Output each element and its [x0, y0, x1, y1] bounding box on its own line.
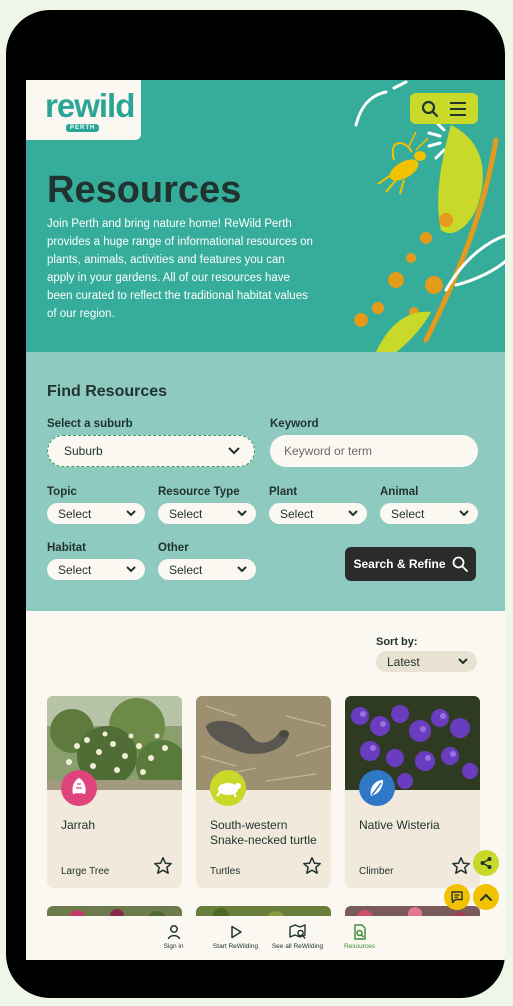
sort-select[interactable]: Latest — [376, 651, 477, 672]
animal-select[interactable]: Select — [380, 503, 478, 524]
habitat-select[interactable]: Select — [47, 559, 145, 580]
card-category: Climber — [359, 866, 394, 877]
animal-category-icon — [210, 770, 246, 806]
filters-title: Find Resources — [47, 383, 168, 400]
star-icon[interactable] — [302, 856, 322, 876]
star-icon[interactable] — [451, 856, 471, 876]
page-description: Join Perth and bring nature home! ReWild… — [47, 218, 313, 320]
hamburger-menu-icon[interactable] — [449, 101, 467, 117]
keyword-label: Keyword — [270, 418, 319, 430]
sort-label: Sort by: — [376, 636, 418, 648]
plant-select[interactable]: Select — [269, 503, 367, 524]
share-icon — [480, 857, 492, 869]
search-icon — [452, 556, 468, 572]
filters-panel: Find Resources Select a suburb Suburb Ke… — [26, 352, 505, 611]
chevron-down-icon — [228, 447, 240, 455]
resource-card-turtle[interactable]: South-western Snake-necked turtle Turtle… — [196, 696, 331, 888]
plant-value: Select — [280, 506, 314, 521]
search-refine-label: Search & Refine — [353, 557, 446, 571]
nav-label: Start ReWilding — [212, 943, 259, 950]
card-title: South-western Snake-necked turtle — [210, 818, 317, 847]
nav-label: Sign in — [163, 943, 184, 950]
other-value: Select — [169, 562, 203, 577]
chevron-down-icon — [237, 510, 247, 517]
logo-word: rewild — [45, 87, 135, 124]
phone-frame: rewild PERTH Resources Join Perth and br… — [6, 10, 505, 998]
plant-category-icon — [359, 770, 395, 806]
habitat-value: Select — [58, 562, 92, 577]
suburb-select[interactable]: Suburb — [47, 435, 255, 467]
other-select[interactable]: Select — [158, 559, 256, 580]
play-icon — [230, 925, 242, 939]
resource-type-select[interactable]: Select — [158, 503, 256, 524]
share-button[interactable] — [473, 850, 499, 876]
star-icon[interactable] — [153, 856, 173, 876]
suburb-label: Select a suburb — [47, 418, 133, 430]
resource-type-value: Select — [169, 506, 203, 521]
nav-label: Resources — [343, 943, 376, 950]
page-title: Resources — [47, 169, 242, 211]
plant-label: Plant — [269, 486, 298, 498]
logo-sub: PERTH — [66, 124, 100, 132]
suburb-value: Suburb — [64, 444, 103, 458]
animal-label: Animal — [380, 486, 419, 498]
chevron-up-icon — [480, 893, 492, 901]
logo[interactable]: rewild PERTH — [26, 80, 141, 140]
card-category: Turtles — [210, 866, 241, 877]
scroll-top-button[interactable] — [473, 884, 499, 910]
search-refine-button[interactable]: Search & Refine — [345, 547, 476, 581]
topic-label: Topic — [47, 486, 77, 498]
feedback-button[interactable] — [444, 884, 470, 910]
card-title: Native Wisteria — [359, 818, 440, 832]
card-category: Large Tree — [61, 866, 110, 877]
habitat-label: Habitat — [47, 542, 86, 554]
chevron-down-icon — [237, 566, 247, 573]
nav-sign-in[interactable]: Sign in — [143, 924, 205, 960]
search-icon[interactable] — [421, 100, 439, 118]
nav-resources[interactable]: Resources — [329, 924, 391, 960]
chat-icon — [451, 891, 463, 904]
header-actions — [410, 93, 478, 124]
chevron-down-icon — [458, 658, 468, 665]
sort-value: Latest — [387, 654, 420, 669]
animal-value: Select — [391, 506, 425, 521]
nav-see-all-rewilding[interactable]: See all ReWilding — [267, 924, 329, 960]
bottom-navigation: Sign in Start ReWilding See all ReWildin… — [26, 916, 505, 960]
topic-value: Select — [58, 506, 92, 521]
nav-label: See all ReWilding — [271, 943, 324, 950]
resource-card-jarrah[interactable]: Jarrah Large Tree — [47, 696, 182, 888]
person-icon — [167, 925, 180, 940]
chevron-down-icon — [459, 510, 469, 517]
resource-card-wisteria[interactable]: Native Wisteria Climber — [345, 696, 480, 888]
plant-category-icon — [61, 770, 97, 806]
map-search-icon — [288, 924, 306, 939]
chevron-down-icon — [126, 566, 136, 573]
keyword-input[interactable] — [270, 435, 478, 467]
resource-type-label: Resource Type — [158, 486, 240, 498]
other-label: Other — [158, 542, 189, 554]
chevron-down-icon — [348, 510, 358, 517]
document-search-icon — [353, 924, 366, 940]
hero-section: rewild PERTH Resources Join Perth and br… — [26, 80, 505, 352]
topic-select[interactable]: Select — [47, 503, 145, 524]
card-title: Jarrah — [61, 818, 96, 832]
app-screen: rewild PERTH Resources Join Perth and br… — [26, 80, 505, 960]
chevron-down-icon — [126, 510, 136, 517]
nav-start-rewilding[interactable]: Start ReWilding — [205, 924, 267, 960]
